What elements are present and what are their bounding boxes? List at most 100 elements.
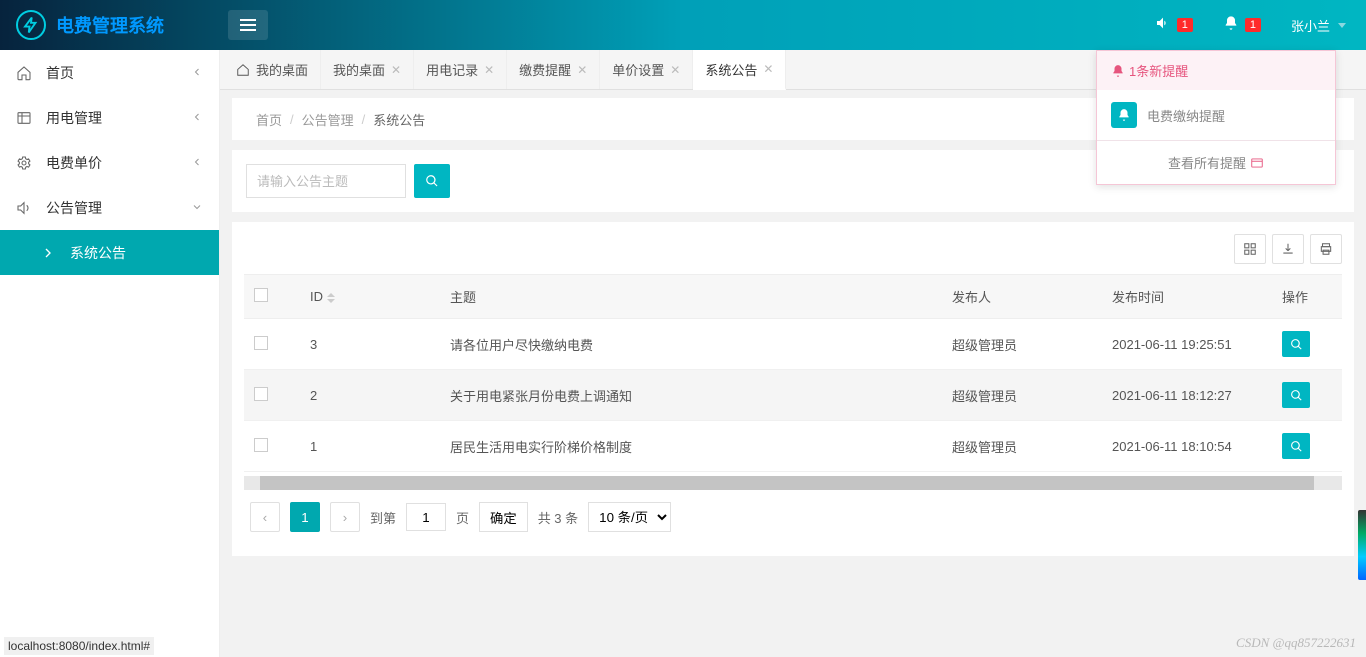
col-publisher: 发布人	[952, 290, 991, 305]
chevron-left-icon	[191, 110, 203, 126]
gear-icon	[16, 155, 34, 171]
cell-subject: 关于用电紧张月份电费上调通知	[440, 370, 942, 421]
sort-icon[interactable]	[327, 293, 335, 303]
cell-subject: 居民生活用电实行阶梯价格制度	[440, 421, 942, 472]
row-checkbox[interactable]	[254, 387, 268, 401]
bolt-icon	[16, 10, 46, 40]
sidebar-item-system-notice[interactable]: 系统公告	[0, 230, 219, 275]
select-all-checkbox[interactable]	[254, 288, 268, 302]
sidebar-item-label: 用电管理	[46, 108, 102, 128]
goto-label: 到第	[370, 508, 396, 527]
close-icon[interactable]: ✕	[670, 63, 680, 77]
popover-item[interactable]: 电费缴纳提醒	[1097, 90, 1335, 140]
popover-item-text: 电费缴纳提醒	[1147, 106, 1225, 125]
row-checkbox[interactable]	[254, 438, 268, 452]
tab-缴费提醒[interactable]: 缴费提醒 ✕	[507, 50, 600, 89]
sound-notification[interactable]: 1	[1155, 15, 1193, 36]
search-button[interactable]	[414, 164, 450, 198]
chevron-down-icon	[191, 200, 203, 216]
bell-notification[interactable]: 1	[1223, 15, 1261, 36]
view-button[interactable]	[1282, 433, 1310, 459]
goto-confirm-button[interactable]: 确定	[479, 502, 528, 532]
popover-header: 1条新提醒	[1097, 51, 1335, 90]
close-icon[interactable]: ✕	[391, 63, 401, 77]
cell-id: 1	[300, 421, 440, 472]
close-icon[interactable]: ✕	[577, 63, 587, 77]
col-time: 发布时间	[1112, 290, 1164, 305]
export-button[interactable]	[1272, 234, 1304, 264]
col-id[interactable]: ID	[310, 289, 323, 304]
popover-title: 1条新提醒	[1129, 61, 1188, 80]
table-row[interactable]: 1居民生活用电实行阶梯价格制度超级管理员2021-06-11 18:10:54	[244, 421, 1342, 472]
data-table: ID 主题 发布人 发布时间 操作 3请各位用户尽快缴纳电费超级管理员2021-…	[244, 274, 1342, 472]
browser-statusbar: localhost:8080/index.html#	[4, 637, 154, 655]
tab-用电记录[interactable]: 用电记录 ✕	[414, 50, 507, 89]
app-header: 电费管理系统 1 1 张小兰	[0, 0, 1366, 50]
tab-系统公告[interactable]: 系统公告 ✕	[693, 50, 786, 90]
home-icon	[16, 65, 34, 81]
sidebar-item-label: 首页	[46, 63, 74, 83]
cell-publisher: 超级管理员	[942, 370, 1102, 421]
crumb-current: 系统公告	[373, 110, 425, 129]
pagination: ‹ 1 › 到第 页 确定 共 3 条 10 条/页	[244, 490, 1342, 544]
sound-badge: 1	[1177, 18, 1193, 32]
cell-subject: 请各位用户尽快缴纳电费	[440, 319, 942, 370]
sidebar-item-announce[interactable]: 公告管理	[0, 185, 219, 230]
tab-单价设置[interactable]: 单价设置 ✕	[600, 50, 693, 89]
col-subject: 主题	[450, 290, 476, 305]
goto-input[interactable]	[406, 503, 446, 531]
popover-view-all[interactable]: 查看所有提醒	[1097, 140, 1335, 184]
tab-label: 单价设置	[612, 60, 664, 79]
sidebar-item-usage[interactable]: 用电管理	[0, 95, 219, 140]
row-checkbox[interactable]	[254, 336, 268, 350]
speaker-icon	[1155, 15, 1171, 36]
tab-label: 用电记录	[426, 60, 478, 79]
page-1-button[interactable]: 1	[290, 502, 320, 532]
horizontal-scrollbar[interactable]	[244, 476, 1342, 490]
cell-id: 2	[300, 370, 440, 421]
chevron-left-icon	[191, 65, 203, 81]
page-unit: 页	[456, 508, 469, 527]
table-row[interactable]: 2关于用电紧张月份电费上调通知超级管理员2021-06-11 18:12:27	[244, 370, 1342, 421]
tab-label: 缴费提醒	[519, 60, 571, 79]
sidebar-item-label: 电费单价	[46, 153, 102, 173]
app-title: 电费管理系统	[56, 12, 164, 38]
chevron-right-icon	[40, 245, 58, 261]
sidebar-toggle-button[interactable]	[228, 10, 268, 40]
user-menu[interactable]: 张小兰	[1291, 16, 1346, 35]
bell-badge: 1	[1245, 18, 1261, 32]
grid-icon	[16, 110, 34, 126]
view-button[interactable]	[1282, 382, 1310, 408]
sidebar-item-label: 公告管理	[46, 198, 102, 218]
chevron-down-icon	[1338, 23, 1346, 28]
search-input[interactable]	[246, 164, 406, 198]
table-panel: ID 主题 发布人 发布时间 操作 3请各位用户尽快缴纳电费超级管理员2021-…	[232, 222, 1354, 556]
username: 张小兰	[1291, 16, 1330, 35]
watermark: CSDN @qq857222631	[1236, 635, 1356, 651]
view-button[interactable]	[1282, 331, 1310, 357]
close-icon[interactable]: ✕	[484, 63, 494, 77]
sidebar-item-home[interactable]: 首页	[0, 50, 219, 95]
notification-popover: 1条新提醒 电费缴纳提醒 查看所有提醒	[1096, 50, 1336, 185]
cell-publisher: 超级管理员	[942, 319, 1102, 370]
close-icon[interactable]: ✕	[763, 62, 773, 76]
columns-button[interactable]	[1234, 234, 1266, 264]
tab-我的桌面[interactable]: 我的桌面	[220, 50, 321, 89]
tab-label: 系统公告	[705, 60, 757, 79]
total-count: 共 3 条	[538, 508, 578, 527]
tab-label: 我的桌面	[256, 60, 308, 79]
prev-page-button[interactable]: ‹	[250, 502, 280, 532]
crumb-home[interactable]: 首页	[256, 110, 282, 129]
tab-我的桌面[interactable]: 我的桌面✕	[321, 50, 414, 89]
table-toolbar	[244, 234, 1342, 264]
table-row[interactable]: 3请各位用户尽快缴纳电费超级管理员2021-06-11 19:25:51	[244, 319, 1342, 370]
color-bar-icon	[1358, 510, 1366, 580]
crumb-section[interactable]: 公告管理	[302, 110, 354, 129]
per-page-select[interactable]: 10 条/页	[588, 502, 671, 532]
speaker-icon	[16, 200, 34, 216]
next-page-button[interactable]: ›	[330, 502, 360, 532]
cell-time: 2021-06-11 18:12:27	[1102, 370, 1272, 421]
print-button[interactable]	[1310, 234, 1342, 264]
sidebar-item-price[interactable]: 电费单价	[0, 140, 219, 185]
bell-icon	[1111, 102, 1137, 128]
